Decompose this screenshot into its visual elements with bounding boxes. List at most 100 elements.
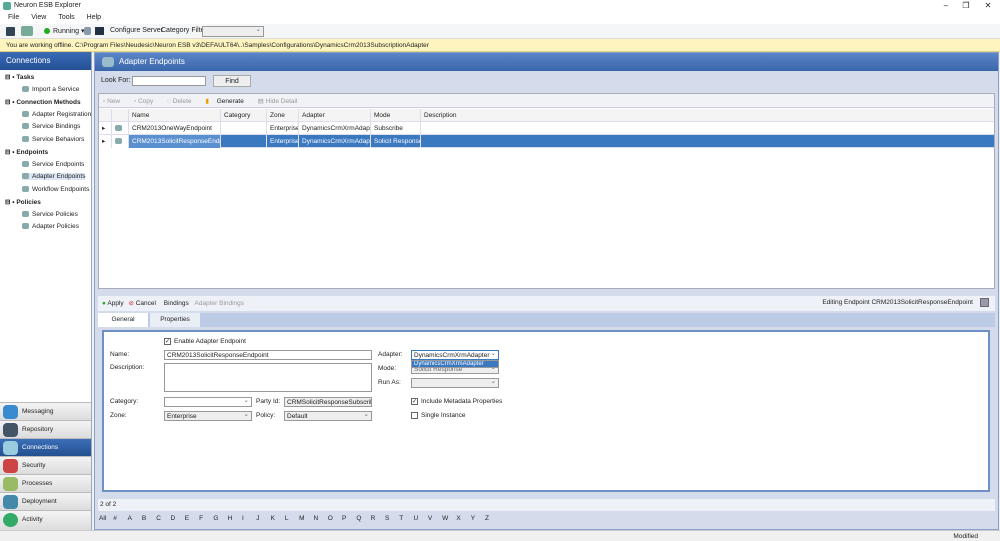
column-adapter[interactable]: Adapter	[299, 109, 371, 122]
alpha-filter-c[interactable]: C	[156, 515, 170, 522]
alpha-filter-e[interactable]: E	[185, 515, 199, 522]
adapter-option[interactable]: DynamicsCrmXrmAdapter	[411, 360, 499, 368]
tab-general[interactable]: General	[98, 313, 148, 327]
alpha-filter-hash[interactable]: #	[113, 515, 127, 522]
copy-button[interactable]: ▫ Copy	[134, 98, 159, 105]
collapse-detail-button[interactable]	[980, 298, 989, 307]
alpha-filter-r[interactable]: R	[371, 515, 385, 522]
row-expander-icon[interactable]: ▸	[99, 122, 112, 135]
alpha-filter-u[interactable]: U	[414, 515, 428, 522]
toolbar: Running ▾ Configure Server Category Filt…	[0, 24, 1000, 39]
include-metadata-checkbox[interactable]: ✓ Include Metadata Properties	[411, 398, 502, 405]
description-textarea[interactable]	[164, 363, 372, 392]
alpha-filter-m[interactable]: M	[299, 515, 313, 522]
delete-button[interactable]: ◌ Delete	[167, 98, 197, 105]
run-as-select[interactable]	[411, 378, 499, 388]
new-button[interactable]: ▫ New	[103, 98, 126, 105]
server-icon[interactable]	[84, 27, 91, 35]
alpha-filter-i[interactable]: I	[242, 515, 256, 522]
enable-adapter-endpoint-checkbox[interactable]: ✓ Enable Adapter Endpoint	[164, 338, 246, 345]
nav-repository[interactable]: Repository	[0, 420, 91, 438]
apply-button[interactable]: ● Apply	[102, 300, 124, 307]
alpha-filter-x[interactable]: X	[456, 515, 470, 522]
alpha-filter-w[interactable]: W	[442, 515, 456, 522]
configure-server-button[interactable]: Configure Server	[110, 27, 163, 34]
menu-view[interactable]: View	[31, 14, 46, 21]
alpha-filter-o[interactable]: O	[328, 515, 342, 522]
nav-messaging[interactable]: Messaging	[0, 402, 91, 420]
policy-select[interactable]: Default	[284, 411, 372, 421]
nav-connections[interactable]: Connections	[0, 438, 91, 456]
tree-item-service-behaviors[interactable]: Service Behaviors	[22, 136, 84, 143]
alpha-filter-b[interactable]: B	[142, 515, 156, 522]
tree-item-adapter-policies[interactable]: Adapter Policies	[22, 223, 79, 230]
generate-button[interactable]: ▮ Generate	[205, 98, 250, 105]
alpha-filter-f[interactable]: F	[199, 515, 213, 522]
column-name[interactable]: Name	[129, 109, 221, 122]
maximize-button[interactable]: ❐	[956, 1, 976, 10]
tree-item-adapter-endpoints[interactable]: Adapter Endpoints	[22, 173, 86, 180]
tree-item-workflow-endpoints[interactable]: Workflow Endpoints	[22, 186, 89, 193]
column-zone[interactable]: Zone	[267, 109, 299, 122]
hide-detail-button[interactable]: ▤ Hide Detail	[258, 98, 304, 105]
category-select[interactable]	[164, 397, 252, 407]
alpha-filter-p[interactable]: P	[342, 515, 356, 522]
column-mode[interactable]: Mode	[371, 109, 421, 122]
save-icon[interactable]	[6, 27, 15, 36]
alpha-filter-a[interactable]: A	[128, 515, 142, 522]
adapter-select[interactable]: DynamicsCrmXrmAdapter	[411, 350, 499, 360]
alpha-filter-all[interactable]: All	[99, 515, 113, 522]
alpha-filter-q[interactable]: Q	[356, 515, 370, 522]
running-dropdown[interactable]: Running ▾	[53, 27, 85, 35]
party-id-select[interactable]: CRMSolicitResponseSubscriber	[284, 397, 372, 407]
adapter-bindings-button[interactable]: Adapter Bindings	[195, 300, 245, 307]
nav-deployment[interactable]: Deployment	[0, 492, 91, 510]
alpha-filter-y[interactable]: Y	[471, 515, 485, 522]
alpha-filter-t[interactable]: T	[399, 515, 413, 522]
cancel-button[interactable]: ⊘ Cancel	[128, 300, 156, 307]
nav-security[interactable]: Security	[0, 456, 91, 474]
connect-icon[interactable]	[21, 26, 33, 36]
column-description[interactable]: Description	[421, 109, 621, 122]
menu-help[interactable]: Help	[87, 14, 101, 21]
table-row-selected[interactable]: ▸ CRM2013SolicitResponseEndpoint Enterpr…	[99, 135, 994, 148]
endpoint-icon	[112, 122, 129, 135]
tree-item-import-service[interactable]: Import a Service	[22, 86, 79, 93]
alpha-filter-z[interactable]: Z	[485, 515, 499, 522]
tree-group-tasks[interactable]: ⊟ • Tasks	[5, 73, 34, 81]
alpha-filter-g[interactable]: G	[213, 515, 227, 522]
alpha-filter-k[interactable]: K	[271, 515, 285, 522]
minimize-button[interactable]: –	[936, 1, 956, 10]
single-instance-checkbox[interactable]: Single Instance	[411, 412, 465, 419]
alpha-filter-s[interactable]: S	[385, 515, 399, 522]
tree-group-connection-methods[interactable]: ⊟ • Connection Methods	[5, 98, 81, 106]
zone-select[interactable]: Enterprise	[164, 411, 252, 421]
find-button[interactable]: Find	[213, 75, 251, 87]
table-row[interactable]: ▸ CRM2013OneWayEndpoint Enterprise Dynam…	[99, 122, 994, 135]
bindings-button[interactable]: Bindings	[164, 300, 189, 307]
look-for-input[interactable]	[132, 76, 206, 86]
nav-processes[interactable]: Processes	[0, 474, 91, 492]
menu-tools[interactable]: Tools	[58, 14, 74, 21]
tree-item-service-bindings[interactable]: Service Bindings	[22, 123, 80, 130]
alpha-filter-d[interactable]: D	[170, 515, 184, 522]
tree-group-endpoints[interactable]: ⊟ • Endpoints	[5, 148, 48, 156]
row-expander-icon[interactable]: ▸	[99, 135, 112, 148]
tree-item-adapter-registration[interactable]: Adapter Registration	[22, 111, 91, 118]
tree-item-service-endpoints[interactable]: Service Endpoints	[22, 161, 84, 168]
nav-activity[interactable]: Activity	[0, 510, 91, 530]
alpha-filter-j[interactable]: J	[256, 515, 270, 522]
menu-file[interactable]: File	[8, 14, 19, 21]
alpha-filter-h[interactable]: H	[228, 515, 242, 522]
alpha-filter-v[interactable]: V	[428, 515, 442, 522]
tab-properties[interactable]: Properties	[150, 313, 200, 327]
column-category[interactable]: Category	[221, 109, 267, 122]
tree-item-service-policies[interactable]: Service Policies	[22, 211, 78, 218]
tree-group-policies[interactable]: ⊟ • Policies	[5, 198, 41, 206]
console-icon[interactable]	[95, 27, 104, 35]
close-button[interactable]: ✕	[978, 1, 998, 10]
category-filter-select[interactable]	[202, 26, 264, 37]
alpha-filter-l[interactable]: L	[285, 515, 299, 522]
name-input[interactable]: CRM2013SolicitResponseEndpoint	[164, 350, 372, 360]
alpha-filter-n[interactable]: N	[313, 515, 327, 522]
